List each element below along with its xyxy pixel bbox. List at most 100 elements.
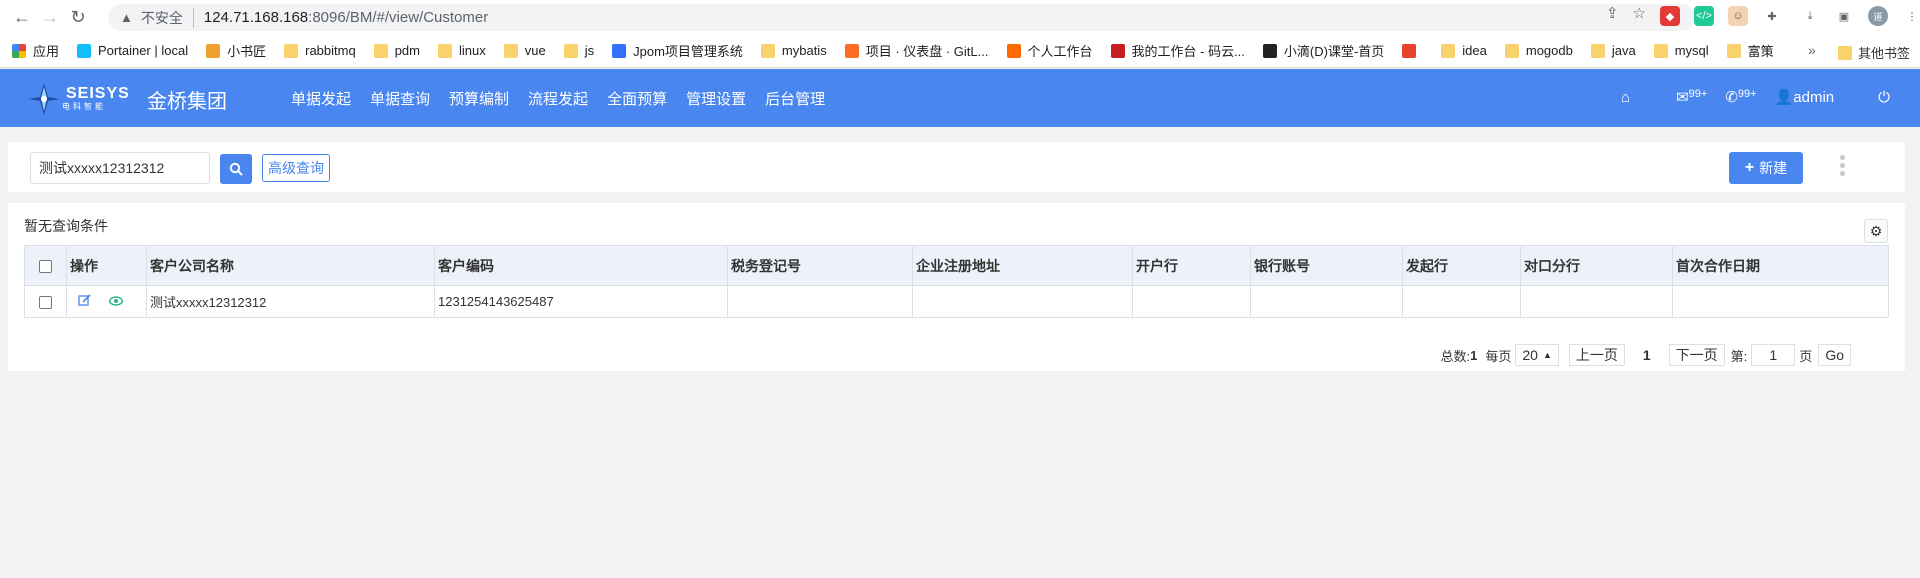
c-red-icon [1402,43,1417,58]
bookmark-item[interactable]: java [1590,43,1636,58]
bookmark-item[interactable]: mysql [1653,43,1709,58]
user-name: admin [1793,89,1835,106]
mail-icon[interactable]: ✉99+ [1676,88,1707,106]
current-page: 1 [1642,347,1651,363]
goto-label: 第: [1730,348,1748,364]
prev-page-button[interactable]: 上一页 [1568,344,1625,366]
back-icon[interactable]: ← [8,3,36,31]
bookmark-label: js [584,43,595,58]
bookmark-label: java [1611,43,1636,58]
menu-kebab-icon[interactable]: ⋮ [1902,6,1920,26]
nav-item[interactable]: 单据发起 [291,88,351,109]
bookmark-item[interactable] [1402,43,1423,58]
bookmark-label: pdm [394,43,420,58]
extension-red-icon[interactable]: ◆ [1660,6,1680,26]
folder-icon [563,43,578,58]
per-page-select[interactable]: 20 ▲ [1515,344,1559,366]
search-panel: 测试xxxxx12312312 高级查询 + 新建 [8,142,1905,192]
nav-item[interactable]: 管理设置 [686,88,746,109]
extensions-puzzle-icon[interactable]: ✚ [1762,6,1782,26]
goto-page-input[interactable]: 1 [1751,344,1796,366]
bookmark-item[interactable]: 小书匠 [206,41,266,60]
bookmark-item[interactable]: mogodb [1504,43,1573,58]
bookmark-item[interactable]: 个人工作台 [1006,41,1093,60]
bookmark-item[interactable]: 小滴(D)课堂-首页 [1262,41,1385,60]
user-icon: 👤 [1774,89,1794,106]
bookmark-item[interactable]: mybatis [760,43,827,58]
portainer-icon [77,43,92,58]
nav-item[interactable]: 后台管理 [765,88,825,109]
nav-item[interactable]: 流程发起 [528,88,588,109]
bookmark-item[interactable]: 我的工作台 - 码云... [1110,41,1245,60]
row-checkbox[interactable] [39,296,52,310]
column-header-bank: 开户行 [1132,245,1251,286]
share-icon[interactable]: ⇪ [1606,4,1619,22]
forward-icon[interactable]: → [36,3,64,31]
folder-icon [438,43,452,58]
address-bar[interactable]: ▲ 不安全 124.71.168.168:8096/BM/#/view/Cust… [108,4,1695,31]
profile-avatar[interactable]: 道 [1868,6,1888,26]
extension-code-icon[interactable]: </> [1694,6,1714,26]
folder-icon [760,43,775,58]
bookmark-label: 富策 [1747,44,1774,59]
new-button[interactable]: + 新建 [1729,152,1803,184]
bookmark-item[interactable]: 项目 · 仪表盘 · GitL... [844,41,989,60]
bookmarks-overflow-icon[interactable]: » [1808,42,1816,58]
caret-up-icon: ▲ [1542,350,1552,360]
next-page-button[interactable]: 下一页 [1668,344,1725,366]
cell-first-coop-date [1672,285,1889,318]
apps-grid-icon [12,43,26,58]
cell-bank-account [1250,285,1403,318]
header-actions: ⌂ ✉99+ ✆99+ 👤admin ⏻ [1585,88,1890,106]
more-options-icon[interactable] [1840,155,1846,176]
gitlab-icon [844,43,859,58]
edit-icon[interactable] [78,294,91,310]
search-button[interactable] [220,154,252,184]
nav-item[interactable]: 全面预算 [607,88,667,109]
xiaoshujiang-icon [206,43,221,58]
bookmark-label: 小滴(D)课堂-首页 [1283,44,1385,59]
select-all-checkbox[interactable] [39,260,52,274]
bookmark-item[interactable]: linux [438,43,486,58]
bookmark-label: Portainer | local [98,43,189,58]
column-header-bank-account: 银行账号 [1250,245,1403,286]
insecure-label: 不安全 [141,7,194,28]
message-icon[interactable]: ✆99+ [1725,88,1756,106]
other-bookmarks[interactable]: 其他书签 [1838,43,1910,62]
view-eye-icon[interactable] [108,294,123,309]
bookmark-label: 项目 · 仪表盘 · GitL... [865,44,989,59]
nav-item[interactable]: 单据查询 [370,88,430,109]
bookmark-item[interactable]: 富策 [1726,41,1774,60]
reload-icon[interactable]: ↻ [64,3,92,31]
bookmark-item[interactable]: Jpom项目管理系统 [612,41,743,60]
bookmark-star-icon[interactable]: ☆ [1633,4,1646,22]
search-input[interactable]: 测试xxxxx12312312 [30,152,210,184]
bookmark-item[interactable]: vue [503,43,546,58]
nav-item[interactable]: 预算编制 [449,88,509,109]
home-icon[interactable]: ⌂ [1621,89,1630,106]
user-menu[interactable]: 👤admin [1775,88,1835,106]
sidepanel-icon[interactable]: ▣ [1834,6,1854,26]
bookmark-item[interactable]: 应用 [12,41,59,60]
table-row[interactable]: 测试xxxxx12312312 1231254143625487 [24,285,1889,318]
bookmark-item[interactable]: idea [1441,43,1487,58]
power-icon[interactable]: ⏻ [1878,89,1890,106]
bookmark-item[interactable]: js [563,43,595,58]
bookmark-item[interactable]: rabbitmq [284,43,356,58]
bookmark-item[interactable]: pdm [373,43,420,58]
folder-icon [284,43,299,58]
download-icon[interactable]: ⤓ [1800,6,1820,26]
bookmark-label: mybatis [781,43,827,58]
company-logo[interactable]: SEISYS 电科智能 [26,81,130,117]
go-button[interactable]: Go [1818,344,1851,366]
bookmarks-bar: 应用 Portainer | local 小书匠 rabbitmq pdm linux vu… [0,34,1920,68]
advanced-search-button[interactable]: 高级查询 [262,154,330,182]
pagination: 总数: 1 每页 20 ▲ 上一页 1 下一页 第: 1 页 Go [1441,344,1856,366]
column-header-issuing-bank: 发起行 [1402,245,1521,286]
column-settings-gear-icon[interactable]: ⚙ [1864,219,1888,243]
bookmark-item[interactable]: Portainer | local [77,43,188,58]
folder-icon [503,43,518,58]
per-page-label: 每页 [1485,348,1512,364]
extension-face-icon[interactable]: ☺ [1728,6,1748,26]
cell-company-name: 测试xxxxx12312312 [146,285,435,318]
